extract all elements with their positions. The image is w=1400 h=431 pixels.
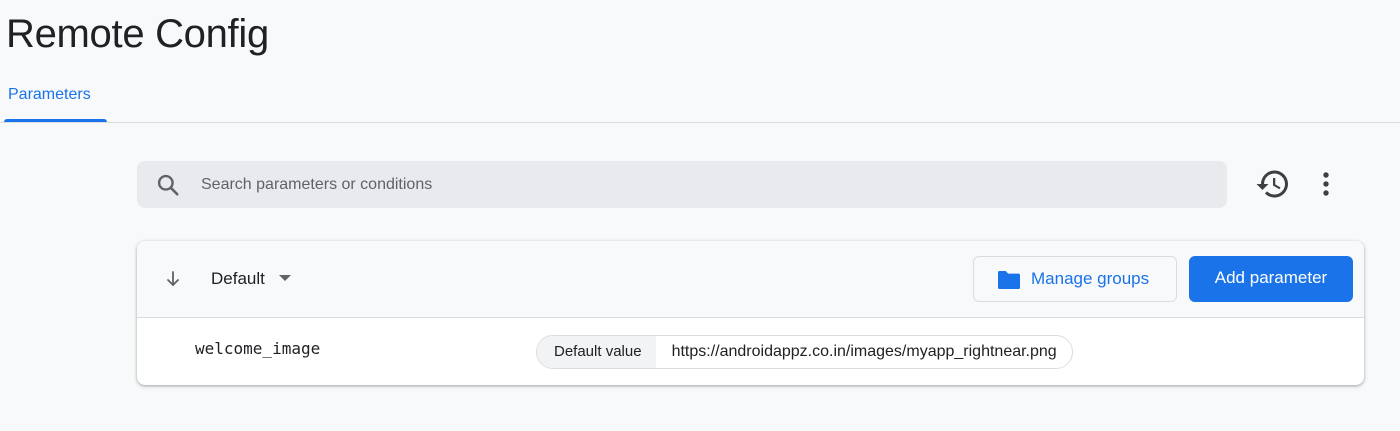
- parameter-row[interactable]: welcome_image Default value https://andr…: [137, 318, 1364, 385]
- parameters-card-header: Default Manage groups Add parameter: [137, 241, 1364, 318]
- history-button[interactable]: [1255, 166, 1291, 202]
- active-tab-indicator: [4, 119, 107, 122]
- tab-strip: Parameters: [0, 80, 1400, 123]
- tab-parameters[interactable]: Parameters: [4, 80, 107, 122]
- default-value-chip[interactable]: Default value https://androidappz.co.in/…: [536, 335, 1073, 369]
- folder-icon: [998, 271, 1020, 289]
- dropdown-caret-icon: [279, 274, 292, 281]
- default-value-label: Default value: [537, 336, 656, 368]
- history-icon: [1256, 170, 1288, 198]
- arrow-down-icon: [167, 271, 179, 286]
- default-value-text: https://androidappz.co.in/images/myapp_r…: [671, 343, 1057, 360]
- more-vert-icon: [1323, 172, 1329, 196]
- add-parameter-button[interactable]: Add parameter: [1189, 256, 1353, 302]
- group-select[interactable]: Default: [211, 265, 292, 293]
- add-parameter-label: Add parameter: [1214, 268, 1328, 287]
- search-icon: [157, 174, 179, 196]
- manage-groups-label: Manage groups: [1031, 269, 1150, 288]
- more-options-button[interactable]: [1308, 166, 1344, 202]
- sort-button[interactable]: [161, 267, 185, 291]
- remote-config-page: Remote Config Parameters Search paramete…: [0, 0, 1400, 431]
- tab-parameters-label: Parameters: [8, 86, 91, 103]
- page-title: Remote Config: [6, 12, 269, 56]
- group-select-value: Default: [211, 269, 265, 288]
- search-input[interactable]: [201, 161, 1201, 208]
- parameter-key: welcome_image: [195, 339, 321, 358]
- search-bar[interactable]: [137, 161, 1227, 208]
- parameters-card: Default Manage groups Add parameter welc…: [137, 241, 1364, 385]
- manage-groups-button[interactable]: Manage groups: [973, 256, 1177, 302]
